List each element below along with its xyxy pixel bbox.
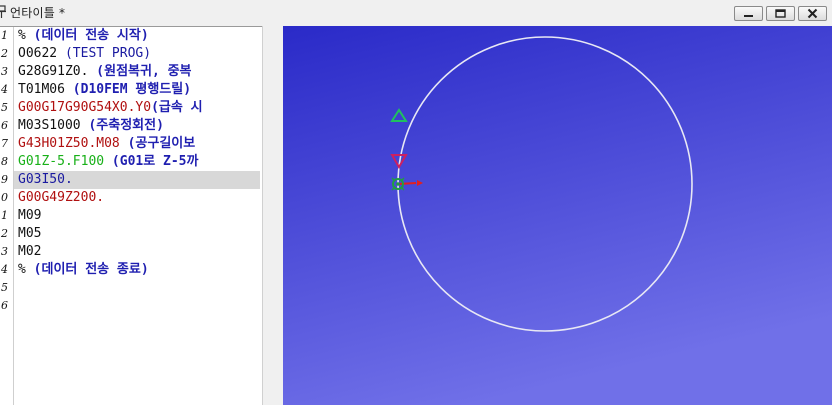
line-number: 4 xyxy=(1,263,8,276)
line-number: 8 xyxy=(1,155,8,168)
code-segment: (데이터 전송 종료) xyxy=(33,262,149,277)
code-line[interactable]: T01M06 (D10FEM 평행드릴) xyxy=(18,81,262,99)
code-segment: M02 xyxy=(18,244,42,259)
code-segment: % xyxy=(18,28,34,43)
code-segment: (주축정회전) xyxy=(88,118,164,133)
code-segment: (D10FEM 평행드릴) xyxy=(72,82,192,97)
line-number: 3 xyxy=(1,245,8,258)
line-number-gutter: 1 2 3 4 5 6 7 8 9 0 1 2 3 4 5 6 xyxy=(0,27,13,405)
code-line[interactable]: % (데이터 전송 종료) xyxy=(18,261,262,279)
code-segment: M05 xyxy=(18,226,42,241)
pin-icon xyxy=(0,5,6,18)
code-line[interactable]: G00G17G90G54X0.Y0(급속 시 xyxy=(18,99,262,117)
code-segment: (TEST PROG) xyxy=(64,46,152,61)
restore-button[interactable] xyxy=(766,6,795,21)
close-icon xyxy=(807,8,818,19)
code-line[interactable]: M03S1000 (주축정회전) xyxy=(18,117,262,135)
line-number: 4 xyxy=(1,83,8,96)
line-number: 1 xyxy=(1,209,8,222)
line-number: 6 xyxy=(1,299,8,312)
code-segment: G00G17G90G54X0.Y0 xyxy=(18,100,152,115)
code-segment: (G01로 Z-5까 xyxy=(111,154,199,169)
minimize-icon xyxy=(744,15,753,17)
line-number: 0 xyxy=(1,191,8,204)
line-number: 9 xyxy=(1,173,8,186)
code-line[interactable]: G43H01Z50.M08 (공구길이보 xyxy=(18,135,262,153)
code-line[interactable] xyxy=(18,297,262,315)
code-line[interactable]: G01Z-5.F100 (G01로 Z-5까 xyxy=(18,153,262,171)
gutter-divider xyxy=(13,27,14,405)
current-code-line[interactable]: G03I50. xyxy=(14,171,260,189)
code-line[interactable]: G28G91Z0. (원점복귀, 중복 xyxy=(18,63,262,81)
code-line[interactable]: M09 xyxy=(18,207,262,225)
code-segment: G28G91Z0. xyxy=(18,64,97,79)
code-segment: G43H01Z50.M08 xyxy=(18,136,128,151)
line-number: 2 xyxy=(1,227,8,240)
code-segment: T01M06 xyxy=(18,82,73,97)
toolpath-viewport[interactable] xyxy=(283,26,832,405)
line-number: 7 xyxy=(1,137,8,150)
restore-icon xyxy=(775,9,786,18)
code-line[interactable]: M05 xyxy=(18,225,262,243)
code-segment: (급속 시 xyxy=(151,100,203,115)
window-title: 언타이틀 * xyxy=(10,6,66,20)
line-number: 3 xyxy=(1,65,8,78)
code-segment: (원점복귀, 중복 xyxy=(96,64,192,79)
line-number: 5 xyxy=(1,101,8,114)
code-segment: G03I50. xyxy=(18,172,73,187)
code-segment: (데이터 전송 시작) xyxy=(33,28,149,43)
code-segment: O0622 xyxy=(18,46,65,61)
line-number: 2 xyxy=(1,47,8,60)
code-segment: G00G49Z200. xyxy=(18,190,105,205)
viewport-background xyxy=(283,26,832,405)
code-line[interactable] xyxy=(18,279,262,297)
code-segment: M03S1000 xyxy=(18,118,89,133)
minimize-button[interactable] xyxy=(734,6,763,21)
title-bar: 언타이틀 * xyxy=(0,0,832,25)
code-line[interactable]: G00G49Z200. xyxy=(18,189,262,207)
code-editor[interactable]: 1234567890123456 % (데이터 전송 시작) O0622 (TES… xyxy=(0,26,278,405)
line-number: 6 xyxy=(1,119,8,132)
line-number: 5 xyxy=(1,281,8,294)
line-number: 1 xyxy=(1,29,8,42)
code-segment: % xyxy=(18,262,34,277)
code-line[interactable]: M02 xyxy=(18,243,262,261)
code-line[interactable]: % (데이터 전송 시작) xyxy=(18,27,262,45)
code-segment: G01Z-5.F100 xyxy=(18,154,112,169)
code-line[interactable]: O0622 (TEST PROG) xyxy=(18,45,262,63)
close-button[interactable] xyxy=(798,6,827,21)
pane-splitter[interactable] xyxy=(262,26,283,405)
code-segment: M09 xyxy=(18,208,42,223)
code-segment: (공구길이보 xyxy=(127,136,196,151)
